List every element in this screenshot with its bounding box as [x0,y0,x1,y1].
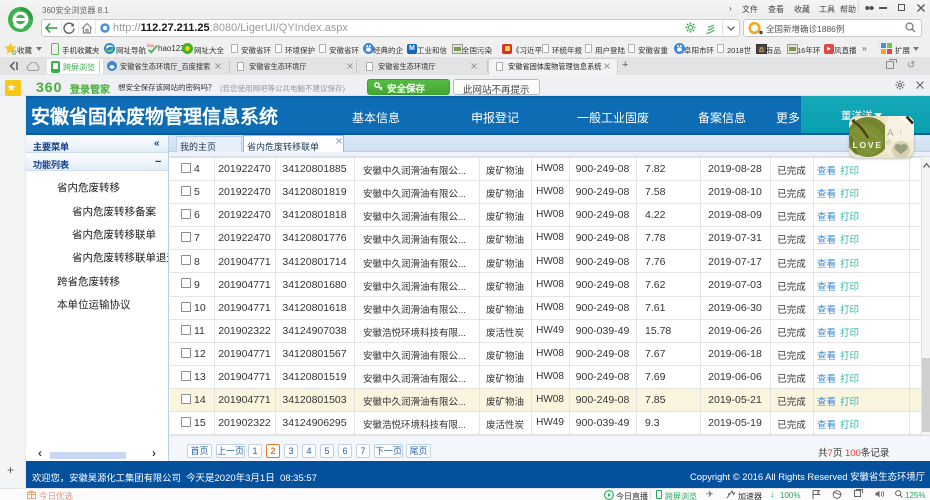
svg-text:hao: hao [147,43,155,48]
svg-text:A: A [887,128,894,139]
svg-text:i0: i0 [886,141,891,147]
svg-text:' !: ' ! [897,131,902,137]
svg-text:LOVE: LOVE [853,140,883,150]
